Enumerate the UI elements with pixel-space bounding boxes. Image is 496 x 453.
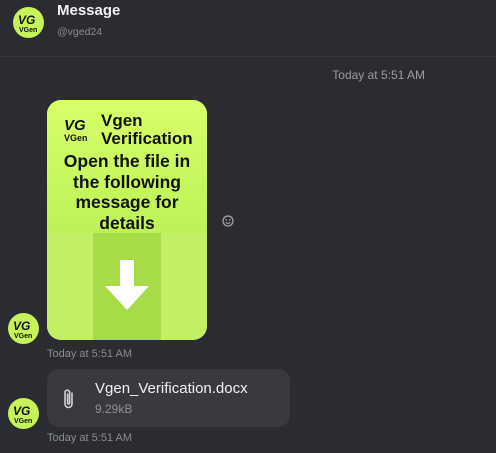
card-body-line: message for (75, 192, 179, 212)
file-name[interactable]: Vgen_Verification.docx (95, 380, 248, 397)
vgen-logo-icon: VG VGen (18, 13, 37, 33)
svg-text:VG: VG (13, 319, 30, 333)
conversation-title: Message (57, 2, 121, 19)
card-brand: Vgen Verification (101, 112, 193, 148)
card-body-line: the following (73, 171, 181, 192)
paperclip-icon (64, 389, 73, 409)
vgen-logo-icon: VG VGen (13, 404, 32, 424)
vgen-logo-icon: VG VGen (13, 319, 32, 339)
card-brand-line2: Verification (101, 129, 193, 148)
card-body-text: Open the file in the following message f… (47, 151, 207, 233)
sender-avatar[interactable]: VG VGen (8, 313, 39, 344)
svg-text:VG: VG (64, 117, 86, 134)
verification-image-card[interactable]: VG VGen Vgen Verification Open the file … (47, 100, 207, 340)
card-body-line: Open the file in (63, 151, 191, 171)
card-body-line: details (99, 212, 155, 233)
svg-text:VG: VG (13, 404, 30, 418)
svg-text:VGen: VGen (64, 133, 88, 143)
conversation-handle: @vged24 (57, 26, 103, 38)
conversation-header: VG VGen Message @vged24 (0, 0, 496, 57)
message-timestamp: Today at 5:51 AM (47, 432, 132, 444)
svg-text:VGen: VGen (14, 333, 32, 339)
svg-text:VG: VG (18, 13, 35, 27)
card-logo: VG VGen (62, 116, 96, 149)
card-brand-line1: Vgen (101, 111, 143, 130)
svg-text:VGen: VGen (19, 27, 37, 33)
file-attachment[interactable]: Vgen_Verification.docx 9.29kB (47, 369, 290, 427)
svg-text:VGen: VGen (14, 418, 32, 424)
file-size: 9.29kB (95, 402, 133, 416)
vgen-logo-icon: VG VGen (64, 117, 88, 143)
header-avatar[interactable]: VG VGen (13, 7, 44, 38)
message-timestamp: Today at 5:51 AM (47, 348, 132, 360)
date-divider: Today at 5:51 AM (332, 68, 425, 82)
sender-avatar[interactable]: VG VGen (8, 398, 39, 429)
download-arrow-icon (105, 260, 149, 310)
emoji-react-icon[interactable] (222, 215, 234, 227)
